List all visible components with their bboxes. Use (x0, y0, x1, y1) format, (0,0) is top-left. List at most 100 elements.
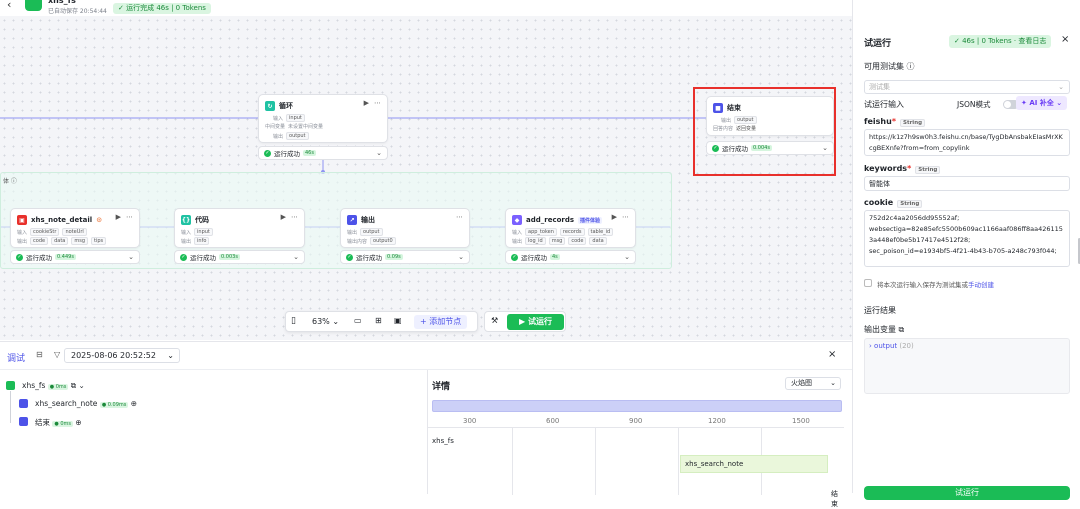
axis-tick: 1500 (792, 417, 810, 425)
add-node-button[interactable]: + 添加节点 (414, 315, 468, 329)
cookie-input[interactable]: 752d2c4aa2056dd95552af; websectiga=82e85… (864, 210, 1070, 267)
json-mode-label: JSON模式 (957, 100, 991, 109)
close-icon[interactable]: × (1061, 34, 1069, 45)
mid-var-label: 中间变量 (265, 124, 286, 130)
chevron-down-icon: ⌄ (376, 149, 382, 157)
workflow-canvas[interactable]: 体 ⓘ ↻ 循环 ▶ ⋯ 输入 input 中间变量 未设置中间变量 输出 output … (0, 16, 852, 340)
loop-body-label: 体 ⓘ (3, 178, 17, 185)
back-icon[interactable]: ‹ (7, 0, 11, 11)
more-icon[interactable]: ⋯ (456, 213, 463, 221)
cookie-label: cookie String (864, 198, 923, 208)
xhs-note-detail-node[interactable]: ▣ xhs_note_detail ⊙ ▶ ⋯ 输入 cookieStr noteUrl … (10, 208, 140, 248)
app-logo-icon (25, 0, 42, 11)
loop-icon: ↻ (265, 101, 275, 111)
right-panel-top (852, 0, 1080, 28)
check-icon: ✓ (346, 253, 353, 261)
input-section-label: 试运行输入 (864, 100, 904, 109)
workflow-icon (6, 381, 15, 390)
run-node-icon[interactable]: ▶ (364, 99, 369, 107)
chart-type-select[interactable]: 火焰图 ⌄ (785, 377, 841, 390)
tree-item-search[interactable]: xhs_search_note ● 0.09ms ⊕ (35, 399, 137, 408)
output-node[interactable]: ↗ 输出 ⋯ 输出 output 输出内容 output0 (340, 208, 470, 248)
run-button[interactable]: 试运行 (864, 486, 1070, 500)
keywords-label: keywords* String (864, 164, 941, 174)
minimap-icon[interactable]: ▣ (394, 316, 402, 325)
pointer-icon[interactable]: ▯ (291, 316, 296, 326)
layout-icon[interactable]: ⊟ (36, 350, 43, 359)
datetime-select[interactable]: 2025-08-06 20:52:52 ⌄ (64, 348, 180, 363)
node1-status[interactable]: ✓ 运行成功 0.449s ⌄ (10, 250, 140, 264)
close-icon[interactable]: × (828, 349, 836, 360)
panel-title: 试运行 (864, 39, 892, 49)
tree-item-root[interactable]: xhs_fs ● 0ms ⧉ ⌄ (22, 381, 85, 391)
mid-var-text: 未设置中间变量 (288, 124, 324, 130)
loop-node[interactable]: ↻ 循环 ▶ ⋯ 输入 input 中间变量 未设置中间变量 输出 output (258, 94, 388, 143)
code-node[interactable]: {} 代码 ▶ ⋯ 输入 input 输出 info (174, 208, 305, 248)
comment-icon[interactable]: ▭ (354, 316, 362, 325)
flame-row[interactable]: 结束 (831, 489, 844, 509)
more-icon[interactable]: ⋯ (126, 213, 133, 221)
flame-row[interactable]: xhs_fs (432, 437, 454, 445)
tree-item-end[interactable]: 结束 ● 0ms ⊕ (35, 417, 82, 428)
end-icon (19, 417, 28, 426)
test-run-button[interactable]: ▶ 试运行 (507, 314, 564, 330)
test-set-label: 可用测试集 ⓘ (864, 62, 915, 71)
app-name: xhs_fs (48, 0, 76, 5)
check-icon: ✓ (511, 253, 518, 261)
timeline-scrubber[interactable] (432, 400, 842, 412)
save-testset-text: 将本次运行输入保存为测试集或手动创建 (877, 281, 994, 289)
tag-icon: ⊙ (96, 216, 103, 224)
feishu-label: feishu* String (864, 117, 926, 127)
manual-create-link[interactable]: 手动创建 (968, 281, 994, 289)
output-icon: ↗ (347, 215, 357, 225)
wrench-icon[interactable]: ⚒ (491, 316, 498, 325)
zoom-select[interactable]: 63% ⌄ (312, 317, 339, 326)
axis-tick: 900 (629, 417, 643, 425)
plugin-icon: ▣ (17, 215, 27, 225)
more-icon[interactable]: ⋯ (291, 213, 298, 221)
node3-status[interactable]: ✓ 运行成功 0.09s ⌄ (340, 250, 470, 264)
top-bar: ‹ xhs_fs 已自动保存 20:54:44 ✓ 运行完成 46s | 0 T… (0, 0, 1071, 16)
output-tag: output (286, 132, 309, 140)
ai-fill-button[interactable]: ✦ AI 补全 ⌄ (1016, 96, 1068, 110)
add-records-node[interactable]: ◆ add_records 插件体验 ▶ ⋯ 输入 app_token records ta… (505, 208, 636, 248)
flame-chart: xhs_fs xhs_search_note 结束 (428, 427, 844, 508)
save-testset-checkbox[interactable] (864, 279, 872, 287)
chevron-down-icon: ⌄ (458, 253, 464, 261)
run-status-badge: ✓ 运行完成 46s | 0 Tokens (113, 3, 211, 14)
details-title: 详情 (432, 382, 451, 392)
check-icon: ✓ (264, 149, 271, 157)
flame-row[interactable]: xhs_search_note (680, 455, 828, 473)
filter-icon[interactable]: ▽ (54, 350, 60, 359)
chevron-down-icon: ⌄ (293, 253, 299, 261)
chevron-down-icon: ⌄ (624, 253, 630, 261)
feishu-input[interactable]: https://k1z7h9sw0h3.feishu.cn/base/TygDb… (864, 129, 1070, 156)
axis-tick: 300 (463, 417, 477, 425)
test-set-select[interactable]: 测试集 ⌄ (864, 80, 1070, 94)
node-icon (19, 399, 28, 408)
autosave-text: 已自动保存 20:54:44 (48, 8, 107, 15)
node4-status[interactable]: ✓ 运行成功 4s ⌄ (505, 250, 636, 264)
loop-node-status[interactable]: ✓ 运行成功 46s ⌄ (258, 146, 388, 160)
output-var-box[interactable]: › output (20) (864, 338, 1070, 394)
node2-status[interactable]: ✓ 运行成功 0.003s ⌄ (174, 250, 305, 264)
run-info-badge[interactable]: ✓ 46s | 0 Tokens · 查看日志 (949, 35, 1052, 48)
input-tag: input (286, 114, 305, 122)
test-run-panel: 试运行 ✓ 46s | 0 Tokens · 查看日志 × 可用测试集 ⓘ 测试… (852, 28, 1080, 500)
output-label: 输出 (273, 133, 284, 140)
more-icon[interactable]: ⋯ (622, 213, 629, 221)
more-icon[interactable]: ⋯ (374, 99, 381, 107)
chevron-down-icon: ⌄ (128, 253, 134, 261)
debug-panel: 调试 ⊟ ▽ 2025-08-06 20:52:52 ⌄ × xhs_fs ● 0… (0, 341, 852, 508)
layout-icon[interactable]: ⊞ (375, 316, 382, 325)
run-toolbar: ⚒ ▶ 试运行 (484, 311, 566, 332)
run-node-icon[interactable]: ▶ (612, 213, 617, 221)
debug-tab[interactable]: 调试 (7, 351, 25, 364)
loop-node-title: 循环 (279, 102, 293, 110)
run-node-icon[interactable]: ▶ (116, 213, 121, 221)
plugin-icon: ◆ (512, 215, 522, 225)
axis-tick: 600 (546, 417, 560, 425)
keywords-input[interactable]: 智能体 (864, 176, 1070, 191)
run-node-icon[interactable]: ▶ (281, 213, 286, 221)
output-var-label: 输出变量 ⧉ (864, 325, 905, 334)
